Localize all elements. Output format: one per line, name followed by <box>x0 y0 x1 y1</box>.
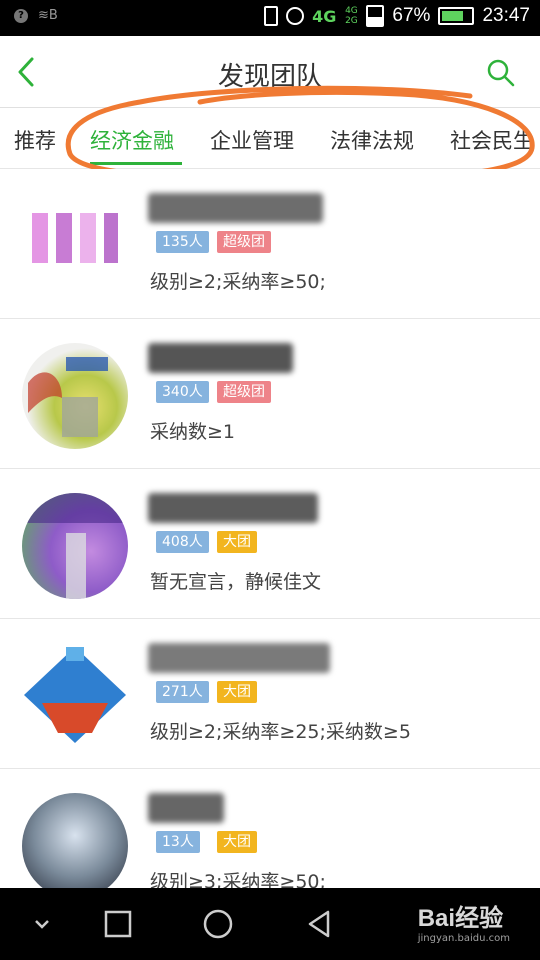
team-name-blurred <box>148 643 330 673</box>
page-title: 发现团队 <box>217 62 322 92</box>
team-row[interactable]: 408人 大团 暂无宣言，静候佳文 <box>0 469 540 619</box>
circle-home-icon[interactable] <box>200 906 236 942</box>
team-avatar <box>22 343 128 449</box>
tab-economy-finance[interactable]: 经济金融 <box>90 125 174 155</box>
team-row[interactable]: 340人 超级团 采纳数≥1 <box>0 319 540 469</box>
carrier-label: ≋B <box>38 8 58 23</box>
team-name-blurred <box>148 493 318 523</box>
tab-law[interactable]: 法律法规 <box>330 125 414 155</box>
status-right: 4G 4G 2G 67% 23:47 <box>264 5 530 27</box>
team-avatar <box>22 643 128 749</box>
status-left: ? ≋B <box>14 8 58 23</box>
team-avatar <box>22 793 128 888</box>
team-avatar <box>22 493 128 599</box>
team-declaration: 级别≥3;采纳率≥50; <box>150 871 326 888</box>
member-count-badge: 135人 <box>156 231 209 253</box>
team-type-badge: 大团 <box>217 681 257 703</box>
team-declaration: 级别≥2;采纳率≥25;采纳数≥5 <box>150 721 411 743</box>
signal-icon <box>366 5 385 27</box>
avatar-art <box>28 357 108 437</box>
team-row[interactable]: 13人 大团 级别≥3;采纳率≥50; <box>0 769 540 888</box>
triangle-back-icon[interactable] <box>302 906 338 942</box>
team-avatar <box>22 193 128 299</box>
tab-recommend[interactable]: 推荐 <box>14 125 56 155</box>
watermark-logo: Bai经验 <box>417 905 504 932</box>
team-declaration: 级别≥2;采纳率≥50; <box>150 271 326 293</box>
team-type-badge: 超级团 <box>217 381 271 403</box>
network-type: 4G <box>312 6 337 26</box>
status-bar: ? ≋B 4G 4G 2G 67% 23:47 <box>0 0 540 36</box>
battery-percent: 67% <box>392 5 431 26</box>
team-declaration: 暂无宣言，静候佳文 <box>150 571 322 593</box>
avatar-art <box>22 493 128 599</box>
chevron-down-icon[interactable] <box>24 906 60 942</box>
member-count-badge: 340人 <box>156 381 209 403</box>
network-sub: 4G 2G <box>345 6 358 26</box>
battery-icon <box>438 7 475 25</box>
team-row[interactable]: 271人 大团 级别≥2;采纳率≥25;采纳数≥5 <box>0 619 540 769</box>
watermark: Bai经验 jingyan.baidu.com <box>418 898 510 944</box>
active-tab-indicator <box>90 162 182 165</box>
team-declaration: 采纳数≥1 <box>150 421 236 443</box>
team-type-badge: 大团 <box>217 831 257 853</box>
square-recents-icon[interactable] <box>100 906 136 942</box>
team-row[interactable]: 135人 超级团 级别≥2;采纳率≥50; <box>0 169 540 319</box>
avatar-art <box>24 647 126 743</box>
avatar-art <box>32 213 118 263</box>
member-count-badge: 408人 <box>156 531 209 553</box>
alarm-icon <box>286 7 305 25</box>
vibrate-icon <box>264 6 279 26</box>
member-count-badge: 13人 <box>156 831 200 853</box>
tab-society[interactable]: 社会民生 <box>450 125 534 155</box>
member-count-badge: 271人 <box>156 681 209 703</box>
team-list: 135人 超级团 级别≥2;采纳率≥50; 340人 超级团 采纳数≥1 408… <box>0 169 540 888</box>
team-type-badge: 大团 <box>217 531 257 553</box>
team-name-blurred <box>148 193 323 223</box>
team-type-badge: 超级团 <box>217 231 271 253</box>
notification-icon: ? <box>14 8 28 23</box>
category-tabs: 推荐 经济金融 企业管理 法律法规 社会民生 <box>0 109 540 169</box>
system-nav-bar: Bai经验 jingyan.baidu.com <box>0 888 540 960</box>
clock: 23:47 <box>482 5 530 26</box>
team-name-blurred <box>148 793 224 823</box>
team-name-blurred <box>148 343 293 373</box>
tab-business-management[interactable]: 企业管理 <box>210 125 294 155</box>
search-icon[interactable] <box>486 58 516 88</box>
watermark-url: jingyan.baidu.com <box>417 933 510 944</box>
app-header: 发现团队 <box>0 36 540 108</box>
